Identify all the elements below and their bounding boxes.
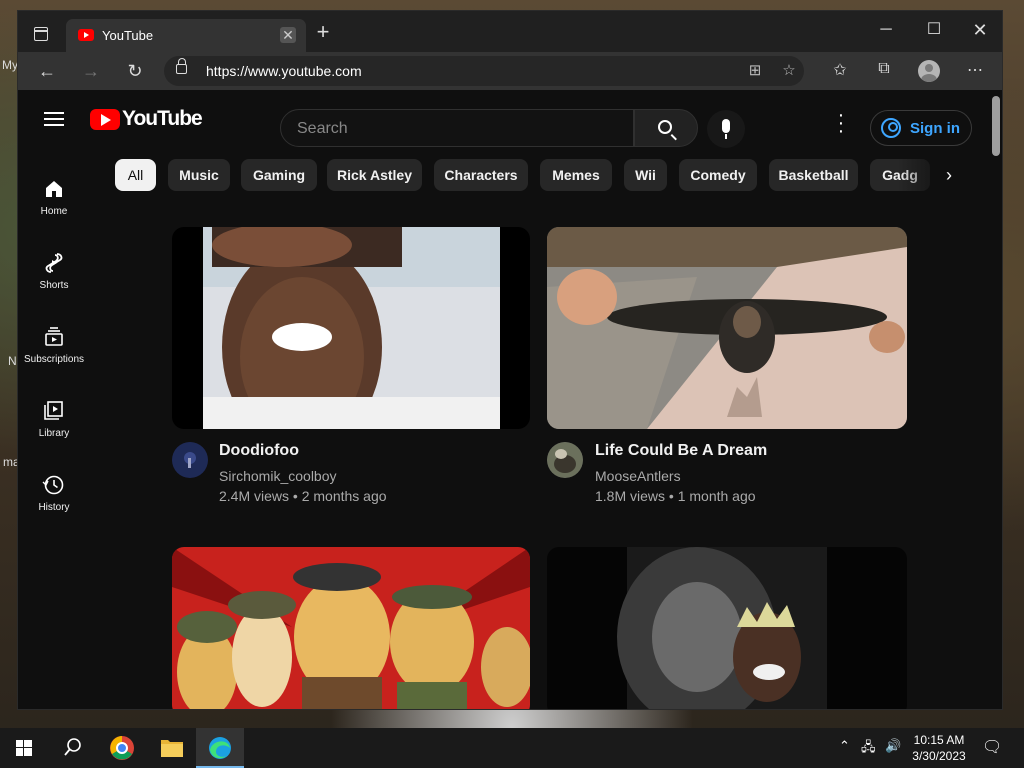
video-thumbnail[interactable] [547,547,907,709]
search-input[interactable]: Search [280,109,634,147]
notifications-icon[interactable]: 🗨 [982,737,1002,757]
chip-comedy[interactable]: Comedy [679,159,757,191]
url-text[interactable]: https://www.youtube.com [206,63,362,79]
settings-more-icon[interactable]: ⋯ [963,60,987,82]
start-button[interactable] [0,728,48,768]
library-icon [42,400,66,422]
chip-rick-astley[interactable]: Rick Astley [327,159,422,191]
sidebar-label: Shorts [39,280,69,291]
youtube-favicon-icon [78,29,94,41]
refresh-button[interactable]: ↻ [122,59,148,83]
video-thumbnail[interactable] [547,227,907,429]
sidebar-label: Library [38,428,70,439]
file-explorer-icon[interactable] [148,728,196,768]
video-title[interactable]: Doodiofoo [219,442,299,460]
address-toolbar: ← → ↻ https://www.youtube.com ⊞ ☆ ✩ ⧉ ⋯ [18,52,1002,90]
tab-youtube[interactable]: YouTube ✕ [66,19,306,52]
lock-icon[interactable] [176,58,187,74]
chip-memes[interactable]: Memes [540,159,612,191]
title-bar: YouTube ✕ + ─ ☐ ✕ [18,11,1002,52]
app-available-icon[interactable]: ⊞ [744,61,766,81]
forward-button[interactable]: → [78,59,104,83]
channel-avatar[interactable] [172,442,208,478]
search-button[interactable] [634,109,698,147]
sidebar-label: History [38,502,70,513]
address-bar[interactable]: https://www.youtube.com ⊞ ☆ [164,56,804,86]
youtube-page: YouTube Search ··· Sign in Home Shorts [18,90,988,709]
chip-music[interactable]: Music [168,159,230,191]
sidebar-item-history[interactable]: History [18,474,90,513]
sidebar-item-shorts[interactable]: Shorts [18,252,90,291]
menu-icon[interactable] [44,112,64,126]
video-meta: 1.8M views • 1 month ago [595,488,756,504]
channel-name[interactable]: Sirchomik_coolboy [219,468,337,484]
channel-avatar[interactable] [547,442,583,478]
network-icon[interactable]: 🖧 [861,738,876,760]
clock-date: 3/30/2023 [912,749,966,763]
chip-characters[interactable]: Characters [434,159,528,191]
chip-gaming[interactable]: Gaming [241,159,317,191]
back-button[interactable]: ← [34,59,60,83]
profile-avatar[interactable] [918,60,940,82]
chrome-icon[interactable] [98,728,146,768]
page-scrollbar[interactable] [988,90,1002,709]
tab-actions-icon[interactable] [34,27,48,41]
channel-name[interactable]: MooseAntlers [595,468,681,484]
show-hidden-icons[interactable]: ⌃ [839,738,850,754]
new-tab-button[interactable]: + [312,21,334,43]
sidebar-label: Subscriptions [23,354,85,365]
voice-search-button[interactable] [707,110,745,148]
desktop-icon-label[interactable]: My [2,58,18,72]
chevron-right-icon[interactable]: › [946,165,952,186]
subscriptions-icon [42,326,66,348]
edge-icon[interactable] [196,728,244,768]
close-window-button[interactable]: ✕ [957,15,1002,45]
search-icon[interactable] [48,728,96,768]
clock-time: 10:15 AM [913,733,965,747]
maximize-button[interactable]: ☐ [911,15,957,45]
minimize-button[interactable]: ─ [863,15,909,45]
favorites-icon[interactable]: ✩ [828,60,852,82]
settings-menu-icon[interactable]: · · · [836,105,846,141]
taskbar: ⌃ 🖧 🔊 10:15 AM 3/30/2023 🗨 [0,728,1024,768]
clock[interactable]: 10:15 AM 3/30/2023 [903,732,975,764]
youtube-logo-text[interactable]: YouTube [122,107,203,131]
collections-icon[interactable]: ⧉ [872,60,896,82]
home-icon [42,178,66,200]
sidebar-item-home[interactable]: Home [18,178,90,217]
sidebar-label: Home [40,206,68,217]
video-thumbnail[interactable] [172,227,530,429]
close-tab-icon[interactable]: ✕ [280,27,296,43]
video-thumbnail[interactable] [172,547,530,709]
history-icon [42,474,66,496]
volume-icon[interactable]: 🔊 [885,738,901,754]
youtube-logo-icon[interactable] [90,109,120,130]
desktop-icon-label[interactable]: N [8,354,17,368]
shorts-icon [42,252,66,274]
sign-in-button[interactable]: Sign in [870,110,972,146]
chip-wii[interactable]: Wii [624,159,667,191]
chip-basketball[interactable]: Basketball [769,159,858,191]
chip-fade [898,156,988,194]
browser-window: YouTube ✕ + ─ ☐ ✕ ← → ↻ https://www.yout… [17,10,1003,710]
video-meta: 2.4M views • 2 months ago [219,488,387,504]
search-icon [658,120,672,134]
scrollbar-thumb[interactable] [992,96,1000,156]
chip-all[interactable]: All [115,159,156,191]
sign-in-label: Sign in [910,120,960,137]
sidebar-item-library[interactable]: Library [18,400,90,439]
sidebar-item-subscriptions[interactable]: Subscriptions [18,326,90,365]
account-icon [881,118,901,138]
add-favorite-icon[interactable]: ☆ [778,61,800,81]
search-placeholder: Search [297,120,348,137]
video-title[interactable]: Life Could Be A Dream [595,442,767,460]
tab-title: YouTube [102,28,154,43]
